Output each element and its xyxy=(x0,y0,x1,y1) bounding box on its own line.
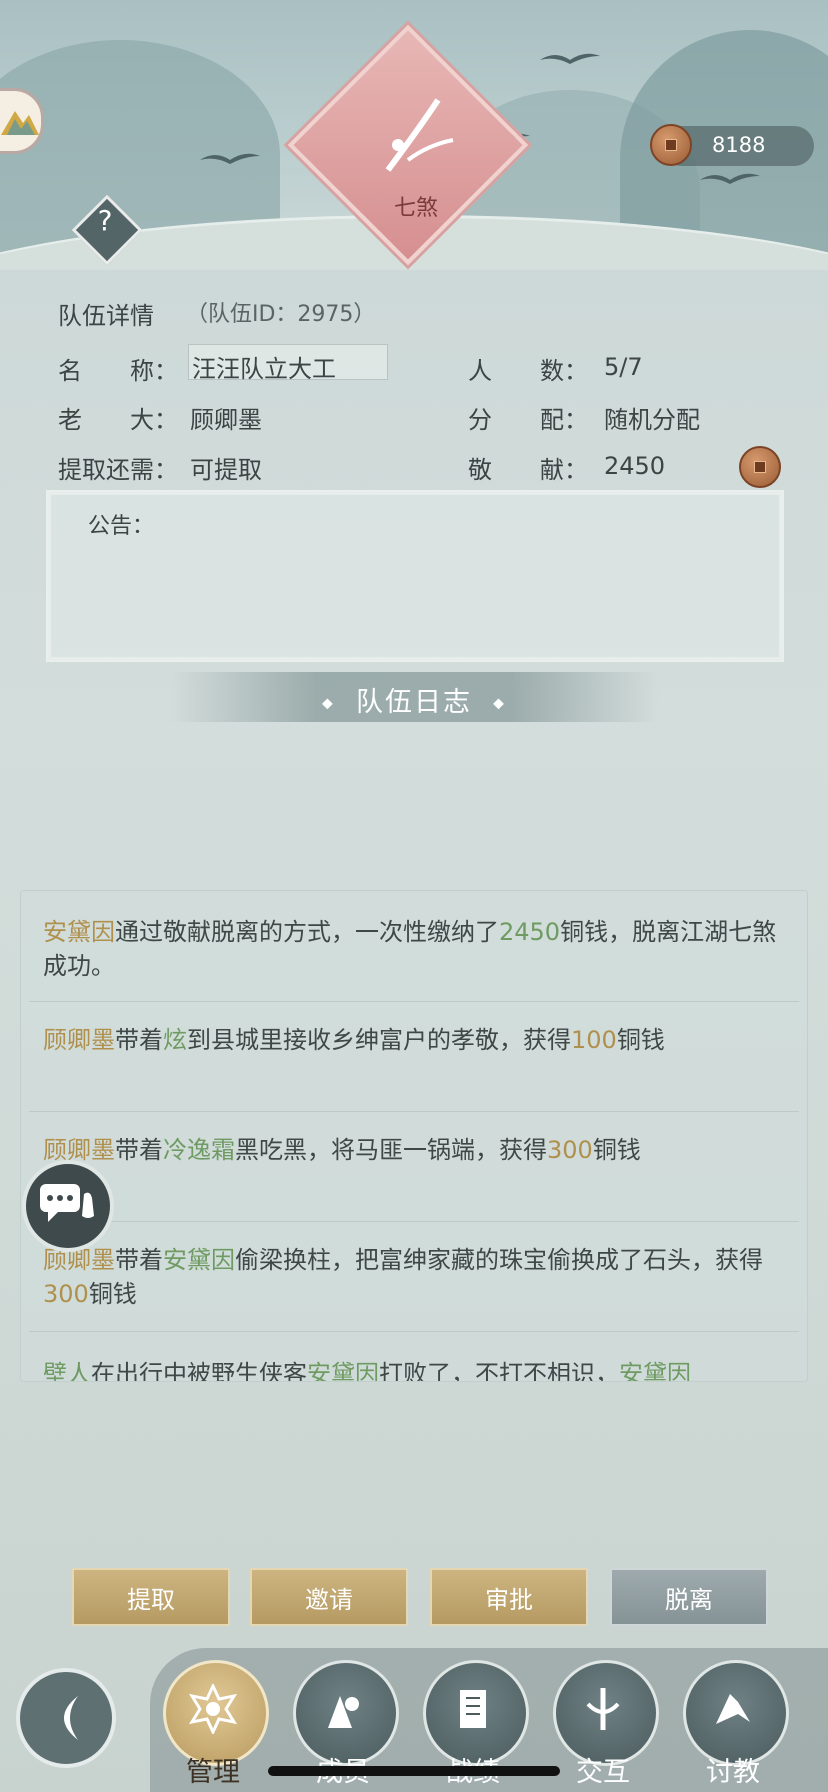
player-name: 安黛因 xyxy=(307,1360,379,1382)
chat-bubble-icon xyxy=(40,1184,94,1222)
copper-coin-icon xyxy=(650,124,692,166)
scroll-icon xyxy=(460,1690,486,1728)
log-text: 偷梁换柱，把富绅家藏的珠宝偷换成了石头，获得 xyxy=(235,1246,763,1274)
back-arrow-icon xyxy=(64,1696,78,1740)
player-name: 顾卿墨 xyxy=(43,1136,115,1164)
list-item: 壁人在出行中被野生侠客安黛因打败了，不打不相识，安黛因 xyxy=(43,1357,793,1382)
player-name: 炫 xyxy=(163,1026,187,1054)
invite-button[interactable]: 邀请 xyxy=(250,1568,408,1626)
members-value: 5/7 xyxy=(604,353,643,381)
coin-amount: 8188 xyxy=(712,133,766,157)
members-icon xyxy=(328,1696,359,1728)
coin-amount: 2450 xyxy=(499,918,561,946)
player-name: 壁人 xyxy=(43,1360,91,1382)
swords-icon xyxy=(586,1688,620,1730)
fist-icon xyxy=(716,1694,750,1724)
log-text: 打败了，不打不相识， xyxy=(379,1360,619,1382)
contribution-label: 敬 献： xyxy=(468,456,588,484)
player-name: 安黛因 xyxy=(163,1246,235,1274)
player-name: 安黛因 xyxy=(619,1360,691,1382)
bird-icon xyxy=(200,153,260,164)
diamond-icon: ◆ xyxy=(322,695,335,712)
team-name-value: 汪汪队立大工 xyxy=(192,355,336,383)
nav-manage-label: 管理 xyxy=(186,1757,240,1788)
sword-emblem-icon xyxy=(385,98,454,172)
list-item: 顾卿墨带着炫到县城里接收乡绅富户的孝敬，获得100铜钱 xyxy=(43,1023,793,1057)
leader-value: 顾卿墨 xyxy=(190,406,262,434)
team-id: （队伍ID：2975） xyxy=(186,302,376,327)
divider xyxy=(29,1001,799,1002)
name-label: 名 称： xyxy=(58,357,178,385)
divider xyxy=(29,1221,799,1222)
coin-amount: 100 xyxy=(571,1026,617,1054)
coin-amount: 300 xyxy=(43,1280,89,1308)
log-text: 通过敬献脱离的方式，一次性缴纳了 xyxy=(115,918,499,946)
withdraw-button[interactable]: 提取 xyxy=(72,1568,230,1626)
log-title-text: 队伍日志 xyxy=(356,687,472,718)
back-button[interactable] xyxy=(16,1668,116,1768)
log-text: 带着 xyxy=(115,1136,163,1164)
members-label: 人 数： xyxy=(468,357,588,385)
log-text: 在出行中被野生侠客 xyxy=(91,1360,307,1382)
bird-icon xyxy=(540,53,600,64)
nav-teach-label: 讨教 xyxy=(706,1757,760,1788)
divider xyxy=(29,1111,799,1112)
chat-button[interactable] xyxy=(22,1160,114,1252)
log-text: 到县城里接收乡绅富户的孝敬，获得 xyxy=(187,1026,571,1054)
bird-icon xyxy=(700,173,760,184)
list-item: 安黛因通过敬献脱离的方式，一次性缴纳了2450铜钱，脱离江湖七煞成功。 xyxy=(43,915,793,983)
distribution-label: 分 配： xyxy=(468,406,588,434)
player-name: 安黛因 xyxy=(43,918,115,946)
divider xyxy=(29,1331,799,1332)
player-name: 冷逸霜 xyxy=(163,1136,235,1164)
notice-board[interactable] xyxy=(46,490,784,662)
question-icon: ? xyxy=(97,204,113,237)
team-title: 队伍详情 xyxy=(58,302,154,330)
log-text: 铜钱 xyxy=(616,1026,665,1054)
log-text: 带着 xyxy=(115,1246,163,1274)
leader-label: 老 大： xyxy=(58,406,178,434)
distribution-value: 随机分配 xyxy=(604,406,700,434)
manage-icon xyxy=(188,1684,238,1734)
leave-button[interactable]: 脱离 xyxy=(610,1568,768,1626)
contribution-value: 2450 xyxy=(604,452,666,480)
list-item: 顾卿墨带着安黛因偷梁换柱，把富绅家藏的珠宝偷换成了石头，获得300铜钱 xyxy=(43,1243,793,1311)
list-item: 顾卿墨带着冷逸霜黑吃黑，将马匪一锅端，获得300铜钱 xyxy=(43,1133,793,1167)
approve-button[interactable]: 审批 xyxy=(430,1568,588,1626)
log-text: 铜钱 xyxy=(88,1280,137,1308)
team-log-list[interactable]: 安黛因通过敬献脱离的方式，一次性缴纳了2450铜钱，脱离江湖七煞成功。 顾卿墨带… xyxy=(20,890,808,1382)
copper-coin-icon[interactable] xyxy=(739,446,781,488)
log-text: 带着 xyxy=(115,1026,163,1054)
player-name: 顾卿墨 xyxy=(43,1026,115,1054)
home-indicator xyxy=(268,1766,560,1776)
diamond-icon: ◆ xyxy=(493,695,506,712)
withdraw-label: 提取还需： xyxy=(58,456,178,484)
withdraw-value: 可提取 xyxy=(190,456,262,484)
coin-amount: 300 xyxy=(547,1136,593,1164)
notice-label: 公告： xyxy=(88,514,155,539)
nav-interact-label: 交互 xyxy=(576,1757,630,1788)
log-title: ◆ 队伍日志 ◆ xyxy=(170,680,658,719)
log-text: 黑吃黑，将马匪一锅端，获得 xyxy=(235,1136,547,1164)
team-emblem-label: 七煞 xyxy=(393,196,438,221)
log-text: 铜钱 xyxy=(592,1136,641,1164)
